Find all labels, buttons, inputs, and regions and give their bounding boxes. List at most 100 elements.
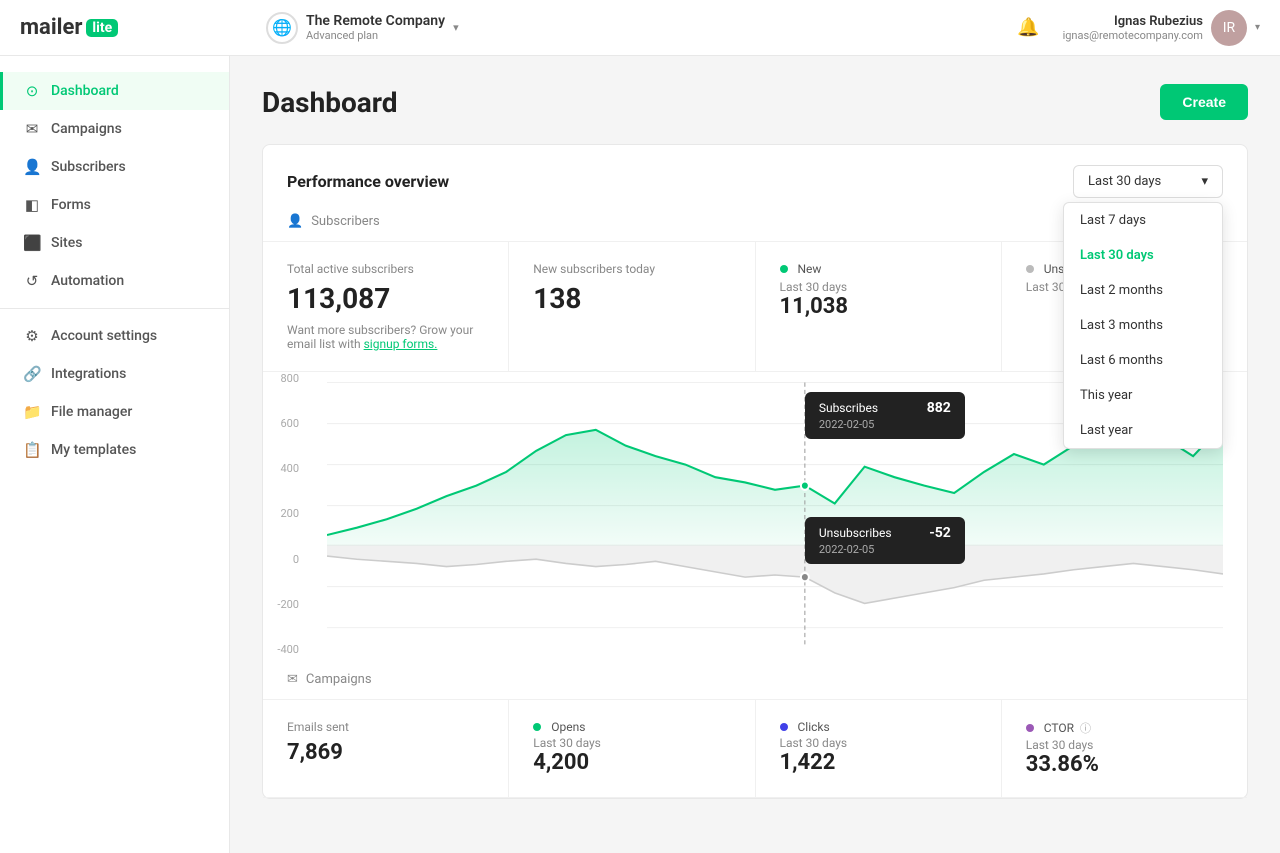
user-menu[interactable]: Ignas Rubezius ignas@remotecompany.com I… (1063, 10, 1260, 46)
signup-link[interactable]: signup forms. (364, 337, 438, 351)
y-0: 0 (263, 553, 299, 566)
stat-new-period: New Last 30 days 11,038 (756, 242, 1002, 371)
tooltip-title2: Unsubscribes (819, 526, 892, 540)
unsub-dot (1026, 265, 1034, 273)
unsubscribe-dot (801, 573, 809, 581)
new-period-sub-label: Last 30 days (780, 280, 977, 294)
dropdown-item-3months[interactable]: Last 3 months (1064, 308, 1222, 343)
dropdown-item-30days[interactable]: Last 30 days (1064, 238, 1222, 273)
new-period-header: New (780, 262, 977, 276)
tooltip-title: Subscribes (819, 401, 878, 415)
y-800: 800 (263, 372, 299, 385)
sidebar-item-my-templates[interactable]: 📋 My templates (0, 431, 229, 469)
campaigns-section-label: ✉ Campaigns (263, 672, 1247, 700)
nav-divider (0, 308, 229, 309)
sidebar-item-account-settings[interactable]: ⚙ Account settings (0, 317, 229, 355)
dropdown-item-7days[interactable]: Last 7 days (1064, 203, 1222, 238)
unsubscribe-tooltip: Unsubscribes -52 2022-02-05 (805, 517, 965, 564)
performance-overview-title: Performance overview (287, 172, 449, 191)
dropdown-chevron: ▾ (1201, 174, 1208, 189)
sites-icon: ⬛ (23, 234, 41, 252)
logo: mailer lite (20, 15, 118, 40)
company-icon: 🌐 (266, 12, 298, 44)
subscribe-dot (801, 481, 809, 489)
emails-sent-value: 7,869 (287, 740, 484, 765)
forms-icon: ◧ (23, 196, 41, 214)
sidebar-item-subscribers[interactable]: 👤 Subscribers (0, 148, 229, 186)
subscribers-label: Subscribers (311, 214, 380, 229)
clicks-value: 1,422 (780, 750, 977, 775)
account-settings-icon: ⚙ (23, 327, 41, 345)
period-dropdown[interactable]: Last 30 days ▾ (1073, 165, 1223, 198)
period-label: Last 30 days (1088, 174, 1161, 189)
user-info: Ignas Rubezius ignas@remotecompany.com (1063, 14, 1203, 42)
sidebar-item-label: Account settings (51, 328, 157, 344)
ctor-sub: Last 30 days (1026, 738, 1223, 752)
sidebar-item-forms[interactable]: ◧ Forms (0, 186, 229, 224)
logo-lite: lite (86, 19, 118, 37)
user-name: Ignas Rubezius (1063, 14, 1203, 29)
company-selector[interactable]: 🌐 The Remote Company Advanced plan ▾ (266, 12, 995, 44)
sidebar-item-sites[interactable]: ⬛ Sites (0, 224, 229, 262)
sidebar-item-label: Sites (51, 235, 82, 251)
dropdown-item-6months[interactable]: Last 6 months (1064, 343, 1222, 378)
stat-emails-sent: Emails sent 7,869 (263, 700, 509, 797)
tooltip-value2: -52 (929, 525, 951, 541)
performance-overview-card: Performance overview Last 30 days ▾ Last… (262, 144, 1248, 799)
ctor-value: 33.86% (1026, 752, 1223, 777)
user-email: ignas@remotecompany.com (1063, 29, 1203, 42)
sidebar-item-dashboard[interactable]: ⊙ Dashboard (0, 72, 229, 110)
y-n200: -200 (263, 598, 299, 611)
opens-sub: Last 30 days (533, 736, 730, 750)
company-name: The Remote Company (306, 13, 445, 29)
stat-new-today: New subscribers today 138 (509, 242, 755, 371)
dropdown-item-this-year[interactable]: This year (1064, 378, 1222, 413)
sidebar-item-label: My templates (51, 442, 136, 458)
tooltip-row: Subscribes 882 (819, 400, 951, 416)
campaigns-icon-small: ✉ (287, 672, 298, 687)
stat-ctor: CTOR ⓘ Last 30 days 33.86% (1002, 700, 1247, 797)
new-today-label: New subscribers today (533, 262, 730, 276)
layout: ⊙ Dashboard ✉ Campaigns 👤 Subscribers ◧ … (0, 56, 1280, 853)
file-manager-icon: 📁 (23, 403, 41, 421)
campaigns-stats-row: Emails sent 7,869 Opens Last 30 days 4,2… (263, 700, 1247, 798)
dropdown-item-2months[interactable]: Last 2 months (1064, 273, 1222, 308)
company-plan: Advanced plan (306, 29, 445, 42)
clicks-dot (780, 723, 788, 731)
y-400: 400 (263, 462, 299, 475)
y-600: 600 (263, 417, 299, 430)
new-dot (780, 265, 788, 273)
sidebar-item-file-manager[interactable]: 📁 File manager (0, 393, 229, 431)
signup-hint: Want more subscribers? Grow your email l… (287, 323, 484, 351)
ctor-info-icon: ⓘ (1080, 720, 1091, 736)
subscribe-tooltip: Subscribes 882 2022-02-05 (805, 392, 965, 439)
opens-value: 4,200 (533, 750, 730, 775)
dropdown-item-last-year[interactable]: Last year (1064, 413, 1222, 448)
sidebar-item-label: File manager (51, 404, 132, 420)
create-button[interactable]: Create (1160, 84, 1248, 120)
logo-area: mailer lite (20, 15, 250, 40)
company-chevron: ▾ (453, 21, 459, 34)
sidebar-item-label: Forms (51, 197, 91, 213)
notification-button[interactable]: 🔔 (1011, 10, 1047, 46)
sidebar-item-integrations[interactable]: 🔗 Integrations (0, 355, 229, 393)
integrations-icon: 🔗 (23, 365, 41, 383)
sidebar-item-automation[interactable]: ↺ Automation (0, 262, 229, 300)
logo-text: mailer (20, 15, 82, 40)
avatar: IR (1211, 10, 1247, 46)
clicks-label: Clicks (798, 720, 830, 734)
opens-header: Opens (533, 720, 730, 734)
user-chevron: ▾ (1255, 22, 1260, 33)
new-period-value: 11,038 (780, 294, 977, 319)
new-today-value: 138 (533, 282, 730, 315)
page-header: Dashboard Create (262, 84, 1248, 120)
total-value: 113,087 (287, 282, 484, 315)
period-dropdown-wrapper: Last 30 days ▾ Last 7 days Last 30 days … (1073, 165, 1223, 198)
ctor-dot (1026, 724, 1034, 732)
sidebar-item-campaigns[interactable]: ✉ Campaigns (0, 110, 229, 148)
period-dropdown-menu: Last 7 days Last 30 days Last 2 months L… (1063, 202, 1223, 449)
subscribers-icon-small: 👤 (287, 214, 303, 229)
y-n400: -400 (263, 643, 299, 656)
opens-dot (533, 723, 541, 731)
emails-sent-label: Emails sent (287, 720, 484, 734)
